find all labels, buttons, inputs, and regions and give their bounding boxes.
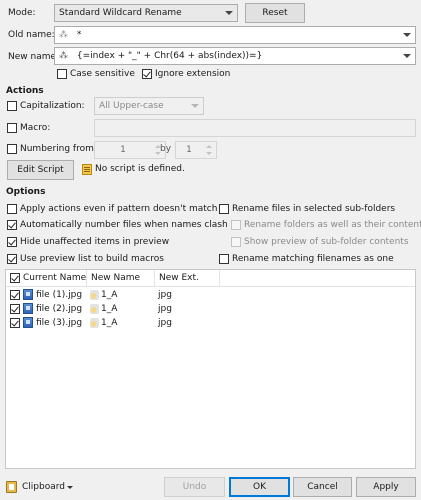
macro-checkbox[interactable] <box>7 123 17 133</box>
numbering-label: Numbering from: <box>20 144 97 154</box>
apply-actions-checkbox[interactable] <box>7 204 17 214</box>
current-name: file (1).jpg <box>36 290 83 300</box>
clipboard-label: Clipboard <box>22 482 65 492</box>
case-sensitive-checkbox[interactable] <box>57 69 67 79</box>
chevron-down-icon <box>67 486 73 489</box>
ignore-extension-label: Ignore extension <box>155 69 231 79</box>
show-subfolder-preview-checkbox[interactable] <box>231 237 241 247</box>
new-name-icon <box>90 318 99 328</box>
actions-heading: Actions <box>6 86 44 96</box>
cancel-button[interactable]: Cancel <box>293 477 352 497</box>
hide-unaffected-label: Hide unaffected items in preview <box>20 237 170 247</box>
rename-subfolders-label: Rename files in selected sub-folders <box>232 204 396 214</box>
script-status: No script is defined. <box>95 164 185 174</box>
column-header-new-name[interactable]: New Name <box>87 270 155 286</box>
mode-select[interactable]: Standard Wildcard Rename <box>54 4 238 22</box>
new-name: 1_A <box>101 290 118 300</box>
wildcard-icon: ⁂ <box>59 30 68 40</box>
new-name-field[interactable]: ⁂ {=index + "_" + Chr(64 + abs(index))=} <box>54 47 416 65</box>
reset-button[interactable]: Reset <box>245 3 305 23</box>
new-ext: jpg <box>158 290 172 300</box>
new-name: 1_A <box>101 318 118 328</box>
numbering-by-value: 1 <box>186 145 192 155</box>
clipboard-menu-button[interactable]: Clipboard <box>6 480 76 494</box>
numbering-by-label: by <box>160 144 172 154</box>
preview-macros-label: Use preview list to build macros <box>20 254 164 264</box>
row-checkbox[interactable] <box>10 318 20 328</box>
current-name: file (2).jpg <box>36 304 83 314</box>
auto-number-checkbox[interactable] <box>7 220 17 230</box>
new-ext: jpg <box>158 318 172 328</box>
apply-actions-label: Apply actions even if pattern doesn't ma… <box>20 204 218 214</box>
image-file-icon <box>23 317 33 328</box>
column-header-current-name[interactable]: Current Name <box>6 270 87 286</box>
rename-matching-checkbox[interactable] <box>219 254 229 264</box>
rename-subfolders-checkbox[interactable] <box>219 204 229 214</box>
table-row[interactable]: file (3).jpg 1_A jpg <box>6 316 415 330</box>
macro-input[interactable] <box>94 119 416 137</box>
macro-label: Macro: <box>20 123 51 133</box>
clipboard-icon <box>6 481 17 493</box>
old-name-field[interactable]: ⁂ * <box>54 26 416 44</box>
mode-value: Standard Wildcard Rename <box>59 8 182 18</box>
old-name-value: * <box>76 30 82 40</box>
chevron-down-icon[interactable] <box>403 33 411 37</box>
row-checkbox[interactable] <box>10 290 20 300</box>
table-row[interactable]: file (2).jpg 1_A jpg <box>6 302 415 316</box>
capitalization-checkbox[interactable] <box>7 101 17 111</box>
new-name-value: {=index + "_" + Chr(64 + abs(index))=} <box>76 51 263 61</box>
numbering-by-stepper[interactable]: 1 <box>175 141 217 159</box>
numbering-from-stepper[interactable]: 1 <box>94 141 166 159</box>
select-all-checkbox[interactable] <box>10 273 20 283</box>
new-name-label: New name: <box>8 52 60 62</box>
chevron-down-icon <box>225 11 233 15</box>
undo-button[interactable]: Undo <box>164 477 225 497</box>
old-name-label: Old name: <box>8 30 55 40</box>
rename-matching-label: Rename matching filenames as one <box>232 254 394 264</box>
image-file-icon <box>23 303 33 314</box>
current-name: file (3).jpg <box>36 318 83 328</box>
preview-list[interactable]: Current Name New Name New Ext. file (1).… <box>5 269 416 469</box>
new-name: 1_A <box>101 304 118 314</box>
ignore-extension-checkbox[interactable] <box>142 69 152 79</box>
row-checkbox[interactable] <box>10 304 20 314</box>
ok-button[interactable]: OK <box>229 477 290 497</box>
table-row[interactable]: file (1).jpg 1_A jpg <box>6 288 415 302</box>
show-subfolder-preview-label: Show preview of sub-folder contents <box>244 237 409 247</box>
column-header-new-ext[interactable]: New Ext. <box>155 270 220 286</box>
image-file-icon <box>23 289 33 300</box>
edit-script-button[interactable]: Edit Script <box>7 160 74 180</box>
capitalization-select[interactable]: All Upper-case <box>94 97 204 115</box>
capitalization-label: Capitalization: <box>20 101 85 111</box>
apply-button[interactable]: Apply <box>356 477 416 497</box>
options-heading: Options <box>6 187 46 197</box>
rename-folders-label: Rename folders as well as their contents <box>244 220 421 230</box>
numbering-from-value: 1 <box>120 145 126 155</box>
capitalization-value: All Upper-case <box>99 101 164 111</box>
numbering-checkbox[interactable] <box>7 144 17 154</box>
mode-label: Mode: <box>8 8 36 18</box>
new-name-icon <box>90 290 99 300</box>
new-name-icon <box>90 304 99 314</box>
spinner-arrows-icon[interactable] <box>202 142 216 158</box>
new-ext: jpg <box>158 304 172 314</box>
chevron-down-icon <box>191 104 199 108</box>
auto-number-label: Automatically number files when names cl… <box>20 220 228 230</box>
wildcard-icon: ⁂ <box>59 51 68 61</box>
case-sensitive-label: Case sensitive <box>70 69 135 79</box>
rename-folders-checkbox[interactable] <box>231 220 241 230</box>
preview-macros-checkbox[interactable] <box>7 254 17 264</box>
chevron-down-icon[interactable] <box>403 54 411 58</box>
script-icon <box>82 164 92 175</box>
hide-unaffected-checkbox[interactable] <box>7 237 17 247</box>
